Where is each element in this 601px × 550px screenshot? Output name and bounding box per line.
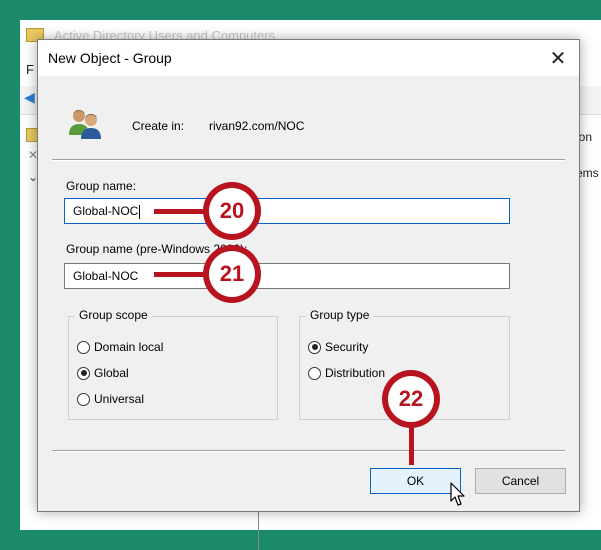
divider xyxy=(52,159,565,161)
callout-number: 21 xyxy=(209,251,255,297)
callout-number: 22 xyxy=(388,376,434,422)
callout-connector xyxy=(409,425,414,465)
dialog-title: New Object - Group xyxy=(48,50,172,66)
radio-button[interactable] xyxy=(308,366,321,380)
callout-connector xyxy=(154,209,206,214)
group-name-pre2000-value: Global-NOC xyxy=(73,269,139,283)
radio-label: Domain local xyxy=(94,340,164,354)
radio-button[interactable] xyxy=(77,340,90,354)
callout-badge: 21 xyxy=(203,245,261,303)
callout-number: 20 xyxy=(209,188,255,234)
cancel-button[interactable]: Cancel xyxy=(475,468,566,494)
ok-button[interactable]: OK xyxy=(370,468,461,494)
radio-label: Global xyxy=(94,366,129,380)
divider xyxy=(258,510,259,550)
radio-label: Universal xyxy=(94,392,145,406)
close-icon: ✕ xyxy=(549,46,567,70)
radio-button[interactable] xyxy=(77,366,90,380)
group-name-pre2000-field[interactable]: Global-NOC xyxy=(64,263,510,289)
radio-label: Distribution xyxy=(325,366,386,380)
radio-button[interactable] xyxy=(77,392,90,406)
callout-connector xyxy=(154,272,206,277)
radio-button[interactable] xyxy=(308,340,321,354)
dialog-titlebar: New Object - Group ✕ xyxy=(38,40,579,76)
radio-universal[interactable]: Universal xyxy=(77,390,144,408)
callout-badge: 22 xyxy=(382,370,440,428)
back-arrow-icon[interactable]: ◀ xyxy=(24,90,36,106)
callout-badge: 20 xyxy=(203,182,261,240)
new-object-group-dialog: New Object - Group ✕ Create in: rivan92.… xyxy=(37,39,580,512)
radio-global[interactable]: Global xyxy=(77,364,129,382)
group-scope-legend: Group scope xyxy=(75,308,152,322)
create-in-label: Create in: xyxy=(132,119,185,133)
divider xyxy=(52,450,565,452)
group-name-label: Group name: xyxy=(66,179,137,193)
group-name-field[interactable]: Global-NOC xyxy=(64,198,510,224)
group-scope-box: Group scope Domain local Global Universa… xyxy=(68,308,278,420)
create-in-value: rivan92.com/NOC xyxy=(209,119,305,133)
radio-domain-local[interactable]: Domain local xyxy=(77,338,163,356)
group-name-value: Global-NOC xyxy=(73,204,139,218)
radio-label: Security xyxy=(325,340,369,354)
mouse-pointer-icon xyxy=(450,482,465,506)
group-users-icon xyxy=(69,110,101,139)
group-type-legend: Group type xyxy=(306,308,374,322)
background-menu-file[interactable]: F xyxy=(26,62,34,77)
text-caret xyxy=(139,204,141,219)
radio-distribution[interactable]: Distribution xyxy=(308,364,385,382)
close-button[interactable]: ✕ xyxy=(543,44,573,72)
radio-security[interactable]: Security xyxy=(308,338,368,356)
